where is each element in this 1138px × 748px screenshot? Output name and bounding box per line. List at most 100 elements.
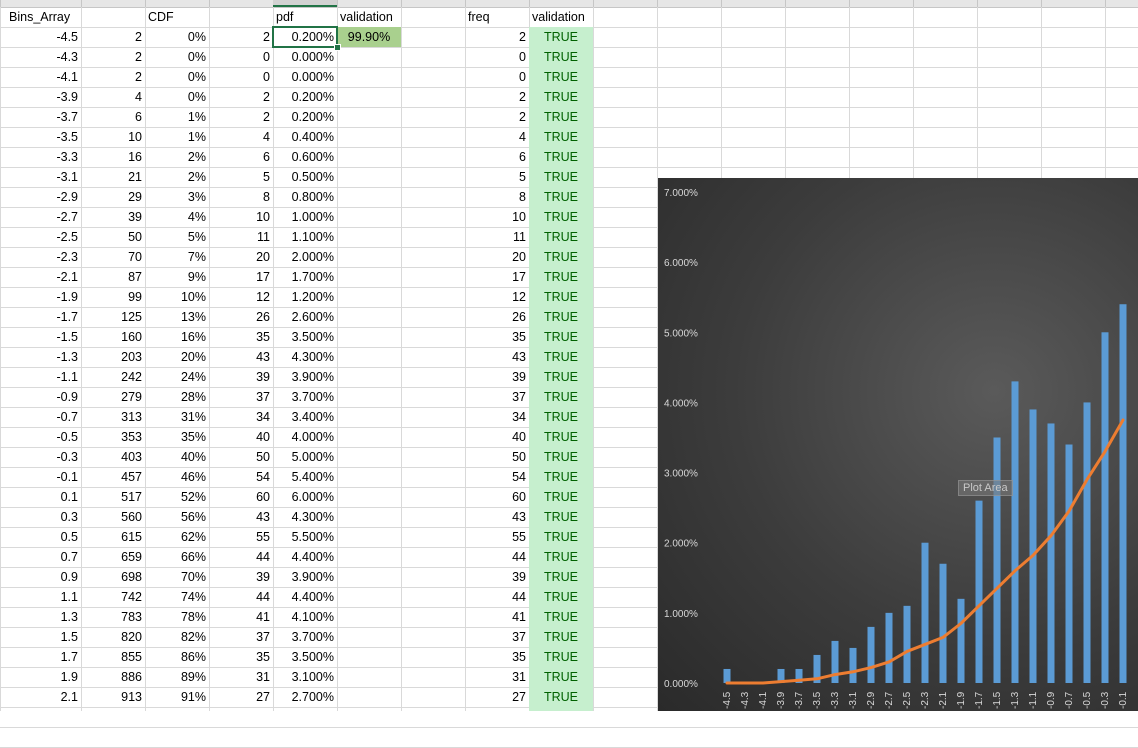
cell-count[interactable]: 39 bbox=[209, 367, 273, 387]
cell-cumulative[interactable]: 855 bbox=[81, 647, 145, 667]
cell-validation-true[interactable]: TRUE bbox=[529, 67, 593, 87]
cell-count[interactable]: 17 bbox=[209, 267, 273, 287]
cell-count[interactable]: 8 bbox=[209, 187, 273, 207]
cell-count[interactable]: 6 bbox=[209, 147, 273, 167]
cell-freq[interactable]: 26 bbox=[465, 307, 529, 327]
cell-pdf[interactable]: 1.700% bbox=[273, 267, 337, 287]
header-pdf-validation[interactable]: validation bbox=[337, 7, 401, 27]
cell-validation-true[interactable]: TRUE bbox=[529, 227, 593, 247]
cell-bin[interactable]: 0.1 bbox=[0, 487, 81, 507]
cell-bin[interactable]: -2.3 bbox=[0, 247, 81, 267]
cell-validation-true[interactable]: TRUE bbox=[529, 587, 593, 607]
cell-bin[interactable]: -2.7 bbox=[0, 207, 81, 227]
header-freq-validation[interactable]: validation bbox=[529, 7, 593, 27]
cell-pdf[interactable]: 1.000% bbox=[273, 207, 337, 227]
cell-cumulative[interactable]: 29 bbox=[81, 187, 145, 207]
cell-freq[interactable]: 50 bbox=[465, 447, 529, 467]
cell-freq[interactable]: 0 bbox=[465, 47, 529, 67]
chart-plot-area[interactable]: 0.000% 1.000% 2.000% 3.000% 4.000% 5.000% 6.00… bbox=[658, 178, 1138, 711]
cell-bin[interactable]: -2.5 bbox=[0, 227, 81, 247]
cell-validation-true[interactable]: TRUE bbox=[529, 627, 593, 647]
cell-validation-true[interactable]: TRUE bbox=[529, 507, 593, 527]
cell-count[interactable]: 43 bbox=[209, 507, 273, 527]
cell-cumulative[interactable]: 39 bbox=[81, 207, 145, 227]
cell-pdf[interactable]: 0.200% bbox=[273, 107, 337, 127]
cell-bin[interactable]: -1.7 bbox=[0, 307, 81, 327]
cell-cumulative[interactable]: 913 bbox=[81, 687, 145, 707]
cell-count[interactable]: 35 bbox=[209, 647, 273, 667]
cell-pdf[interactable]: 4.400% bbox=[273, 547, 337, 567]
cell-bin[interactable]: 2.1 bbox=[0, 687, 81, 707]
cell-pdf[interactable]: 5.400% bbox=[273, 467, 337, 487]
cell-count[interactable]: 44 bbox=[209, 587, 273, 607]
header-pdf[interactable]: pdf bbox=[273, 7, 337, 27]
cell-count[interactable]: 0 bbox=[209, 67, 273, 87]
cell-bin[interactable]: -4.1 bbox=[0, 67, 81, 87]
cell-freq[interactable]: 43 bbox=[465, 347, 529, 367]
cell-pdf[interactable]: 4.300% bbox=[273, 507, 337, 527]
cell-count[interactable]: 40 bbox=[209, 427, 273, 447]
cell-cdf[interactable]: 28% bbox=[145, 387, 209, 407]
cell-pdf[interactable]: 3.100% bbox=[273, 667, 337, 687]
cell-cumulative[interactable]: 560 bbox=[81, 507, 145, 527]
cell-count[interactable]: 54 bbox=[209, 467, 273, 487]
cell-cdf[interactable]: 40% bbox=[145, 447, 209, 467]
cell-freq[interactable]: 35 bbox=[465, 647, 529, 667]
cell-cdf[interactable]: 46% bbox=[145, 467, 209, 487]
cell-cdf[interactable]: 2% bbox=[145, 167, 209, 187]
cell-bin[interactable]: -2.1 bbox=[0, 267, 81, 287]
cell-count[interactable]: 41 bbox=[209, 607, 273, 627]
cell-validation-true[interactable]: TRUE bbox=[529, 407, 593, 427]
cell-cdf[interactable]: 56% bbox=[145, 507, 209, 527]
cell-freq[interactable]: 60 bbox=[465, 487, 529, 507]
cell-cdf[interactable]: 3% bbox=[145, 187, 209, 207]
cell-count[interactable]: 37 bbox=[209, 387, 273, 407]
cell-cdf[interactable]: 16% bbox=[145, 327, 209, 347]
cell-cdf[interactable]: 74% bbox=[145, 587, 209, 607]
cell-pdf[interactable]: 2.600% bbox=[273, 307, 337, 327]
cell-validation-true[interactable]: TRUE bbox=[529, 287, 593, 307]
cell-validation-true[interactable]: TRUE bbox=[529, 427, 593, 447]
cell-cumulative[interactable]: 16 bbox=[81, 147, 145, 167]
cell-bin[interactable]: -0.3 bbox=[0, 447, 81, 467]
cell-freq[interactable]: 20 bbox=[465, 247, 529, 267]
cell-pdf[interactable]: 2.000% bbox=[273, 247, 337, 267]
cell-cdf[interactable]: 7% bbox=[145, 247, 209, 267]
cell-validation-true[interactable]: TRUE bbox=[529, 687, 593, 707]
cell-freq[interactable]: 39 bbox=[465, 367, 529, 387]
cell-cumulative[interactable]: 10 bbox=[81, 127, 145, 147]
cell-count[interactable]: 26 bbox=[209, 307, 273, 327]
cell-cumulative[interactable]: 6 bbox=[81, 107, 145, 127]
cell-count[interactable]: 0 bbox=[209, 47, 273, 67]
cell-pdf[interactable]: 5.000% bbox=[273, 447, 337, 467]
cell-count[interactable]: 60 bbox=[209, 487, 273, 507]
cell-pdf[interactable]: 4.400% bbox=[273, 587, 337, 607]
cell-pdf[interactable]: 4.000% bbox=[273, 427, 337, 447]
cell-freq[interactable]: 39 bbox=[465, 567, 529, 587]
cell-pdf[interactable]: 6.000% bbox=[273, 487, 337, 507]
cell-bin[interactable]: -0.5 bbox=[0, 427, 81, 447]
cell-cumulative[interactable]: 820 bbox=[81, 627, 145, 647]
cell-validation-true[interactable]: TRUE bbox=[529, 567, 593, 587]
cell-cdf[interactable]: 0% bbox=[145, 87, 209, 107]
header-freq[interactable]: freq bbox=[465, 7, 529, 27]
cell-bin[interactable]: -0.1 bbox=[0, 467, 81, 487]
cell-cumulative[interactable]: 203 bbox=[81, 347, 145, 367]
cell-count[interactable]: 39 bbox=[209, 567, 273, 587]
cell-bin[interactable]: -1.3 bbox=[0, 347, 81, 367]
cell-validation-true[interactable]: TRUE bbox=[529, 247, 593, 267]
cell-bin[interactable]: -1.9 bbox=[0, 287, 81, 307]
cell-cdf[interactable]: 62% bbox=[145, 527, 209, 547]
cell-cdf[interactable]: 86% bbox=[145, 647, 209, 667]
cell-cdf[interactable]: 10% bbox=[145, 287, 209, 307]
cell-freq[interactable]: 40 bbox=[465, 427, 529, 447]
cell-bin[interactable]: 0.9 bbox=[0, 567, 81, 587]
cell-validation-true[interactable]: TRUE bbox=[529, 647, 593, 667]
cell-freq[interactable]: 34 bbox=[465, 407, 529, 427]
cell-validation-true[interactable]: TRUE bbox=[529, 527, 593, 547]
cell-count[interactable]: 2 bbox=[209, 107, 273, 127]
cell-bin[interactable]: -3.7 bbox=[0, 107, 81, 127]
cell-bin[interactable]: 1.7 bbox=[0, 647, 81, 667]
cell-bin[interactable]: 0.7 bbox=[0, 547, 81, 567]
cell-pdf[interactable]: 0.800% bbox=[273, 187, 337, 207]
